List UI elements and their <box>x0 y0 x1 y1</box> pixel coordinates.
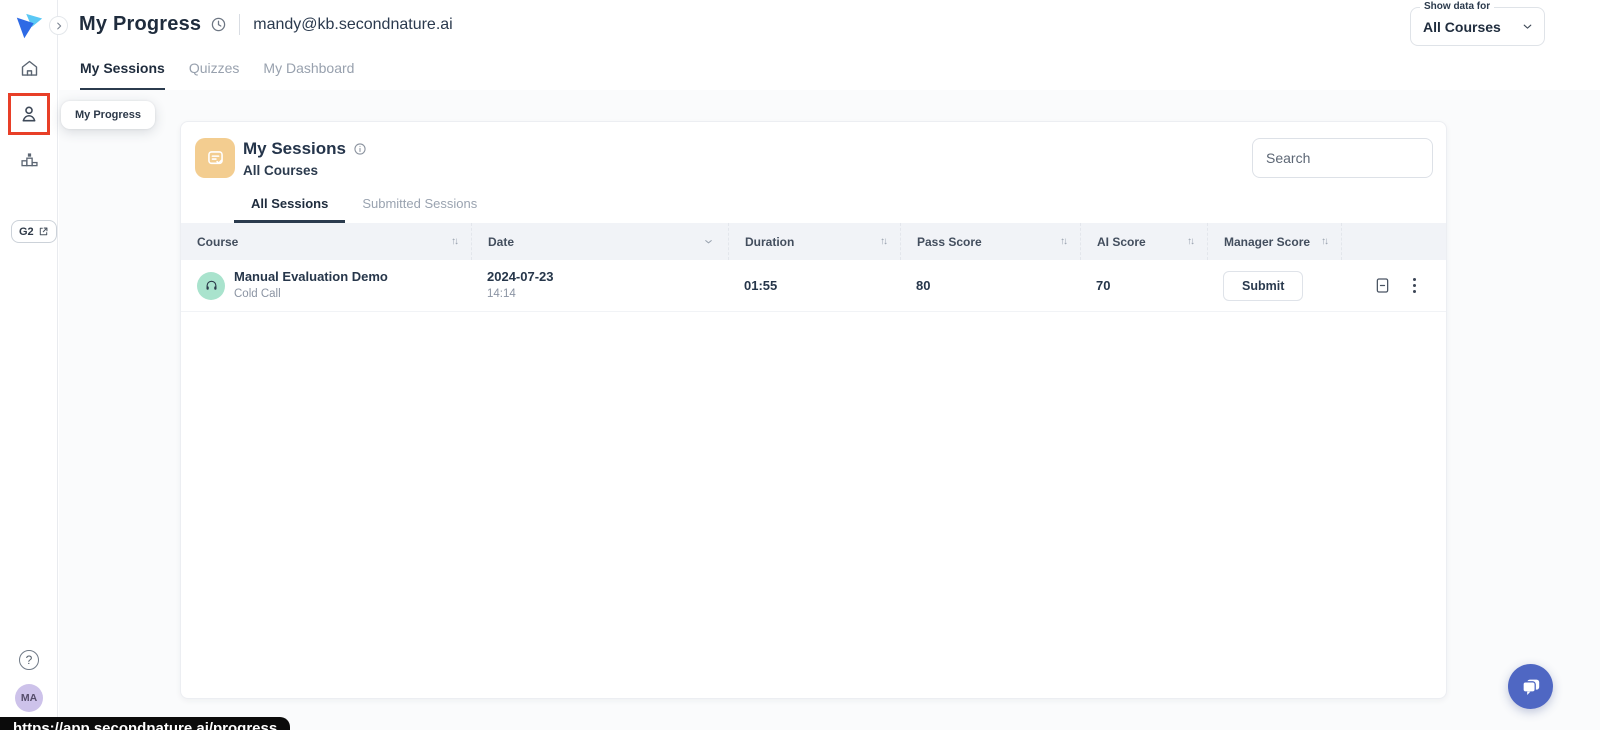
card-title: My Sessions <box>243 139 346 158</box>
cell-pass-score: 80 <box>900 260 1080 311</box>
session-duration: 01:55 <box>744 278 778 293</box>
my-progress-tooltip: My Progress <box>61 101 156 129</box>
browser-status-url: https://app.secondnature.ai/progress <box>0 717 291 730</box>
session-date: 2024-07-23 <box>487 269 554 285</box>
secondnature-logo-icon <box>14 11 44 41</box>
card-title-block: My Sessions All Courses <box>243 139 367 178</box>
cell-course: Manual Evaluation Demo Cold Call <box>181 260 471 311</box>
page-tabs: My Sessions Quizzes My Dashboard <box>80 60 354 90</box>
page-title: My Progress <box>79 13 202 35</box>
cell-ai-score: 70 <box>1080 260 1207 311</box>
column-header-date[interactable]: Date <box>471 223 728 260</box>
leaderboard-icon <box>20 153 38 167</box>
tab-quizzes[interactable]: Quizzes <box>189 60 240 90</box>
column-label: Duration <box>745 234 795 249</box>
g2-review-badge[interactable]: G2 <box>11 220 57 243</box>
cell-actions <box>1341 260 1446 311</box>
sort-icon[interactable]: ↑↓ <box>1321 236 1329 247</box>
chevron-down-icon[interactable] <box>703 236 714 247</box>
chat-widget-button[interactable] <box>1508 664 1553 709</box>
info-icon[interactable] <box>353 142 367 156</box>
column-header-pass-score[interactable]: Pass Score ↑↓ <box>900 223 1080 260</box>
sort-icon[interactable]: ↑↓ <box>1060 236 1068 247</box>
card-subtitle: All Courses <box>243 163 319 178</box>
sidebar-item-leaderboard[interactable] <box>0 149 58 170</box>
person-icon <box>22 106 36 122</box>
headphones-icon <box>206 280 216 290</box>
title-divider <box>239 14 241 35</box>
tooltip-label: My Progress <box>75 109 142 121</box>
document-icon <box>1376 278 1389 293</box>
column-header-ai-score[interactable]: AI Score ↑↓ <box>1080 223 1207 260</box>
home-icon <box>21 60 37 76</box>
column-label: Course <box>197 234 239 249</box>
session-avatar <box>197 271 225 300</box>
question-mark-icon: ? <box>25 653 33 667</box>
chat-bubbles-icon <box>1521 679 1539 695</box>
column-label: AI Score <box>1097 234 1146 249</box>
column-header-manager-score[interactable]: Manager Score ↑↓ <box>1207 223 1341 260</box>
column-label: Pass Score <box>917 234 982 249</box>
tab-submitted-sessions[interactable]: Submitted Sessions <box>345 196 494 223</box>
course-type: Cold Call <box>234 287 281 300</box>
kebab-icon <box>1413 277 1417 281</box>
cell-date: 2024-07-23 14:14 <box>471 260 728 311</box>
column-header-duration[interactable]: Duration ↑↓ <box>728 223 900 260</box>
show-data-for-label: Show data for <box>1420 1 1495 12</box>
tab-all-sessions[interactable]: All Sessions <box>234 196 346 223</box>
table-row[interactable]: Manual Evaluation Demo Cold Call 2024-07… <box>181 260 1446 312</box>
sessions-card-tabs: All Sessions Submitted Sessions <box>234 196 494 223</box>
column-header-course[interactable]: Course ↑↓ <box>181 223 471 260</box>
avatar-initials: MA <box>20 692 38 704</box>
content-area: My Sessions All Courses All Sessions Sub… <box>59 90 1600 730</box>
title-row: My Progress mandy@kb.secondnature.ai <box>79 13 453 36</box>
my-sessions-card: My Sessions All Courses All Sessions Sub… <box>180 121 1447 699</box>
session-time: 14:14 <box>487 287 516 300</box>
chevron-right-icon <box>56 22 61 29</box>
top-bar: My Progress mandy@kb.secondnature.ai My … <box>58 0 1600 90</box>
ai-score-value: 70 <box>1096 278 1111 293</box>
show-data-for-value: All Courses <box>1423 18 1501 35</box>
help-button[interactable]: ? <box>19 650 39 670</box>
user-email: mandy@kb.secondnature.ai <box>253 15 453 33</box>
note-check-icon <box>207 150 223 164</box>
column-label: Manager Score <box>1224 234 1311 249</box>
sort-icon[interactable]: ↑↓ <box>880 236 888 247</box>
column-label: Date <box>488 234 515 249</box>
tab-my-sessions[interactable]: My Sessions <box>80 60 165 90</box>
chevron-down-icon <box>1523 24 1532 29</box>
history-clock-icon[interactable] <box>210 16 227 33</box>
show-data-for-select[interactable]: Show data for All Courses <box>1410 1 1545 46</box>
sessions-card-icon <box>195 138 235 178</box>
session-report-button[interactable] <box>1371 274 1394 297</box>
sidebar-item-my-progress[interactable] <box>8 93 50 135</box>
table-header-row: Course ↑↓ Date Duration ↑↓ Pass Score ↑↓… <box>181 223 1446 260</box>
column-header-actions <box>1341 223 1446 260</box>
pass-score-value: 80 <box>916 278 931 293</box>
sidebar-expand-button[interactable] <box>49 16 68 35</box>
submit-score-button[interactable]: Submit <box>1223 270 1304 301</box>
cell-manager-score: Submit <box>1207 260 1341 311</box>
cell-duration: 01:55 <box>728 260 900 311</box>
g2-badge-label: G2 <box>19 225 34 238</box>
tab-my-dashboard[interactable]: My Dashboard <box>263 60 354 90</box>
user-avatar[interactable]: MA <box>15 684 43 712</box>
sort-icon[interactable]: ↑↓ <box>451 236 459 247</box>
sort-icon[interactable]: ↑↓ <box>1187 236 1195 247</box>
sidebar: G2 ? MA <box>0 0 68 730</box>
row-menu-button[interactable] <box>1409 275 1420 297</box>
sidebar-item-home[interactable] <box>0 58 58 79</box>
external-link-icon <box>39 227 48 236</box>
status-url-text: https://app.secondnature.ai/progress <box>13 720 278 730</box>
course-name: Manual Evaluation Demo <box>234 269 388 285</box>
sessions-table: Course ↑↓ Date Duration ↑↓ Pass Score ↑↓… <box>181 223 1446 312</box>
search-input[interactable] <box>1252 138 1433 178</box>
